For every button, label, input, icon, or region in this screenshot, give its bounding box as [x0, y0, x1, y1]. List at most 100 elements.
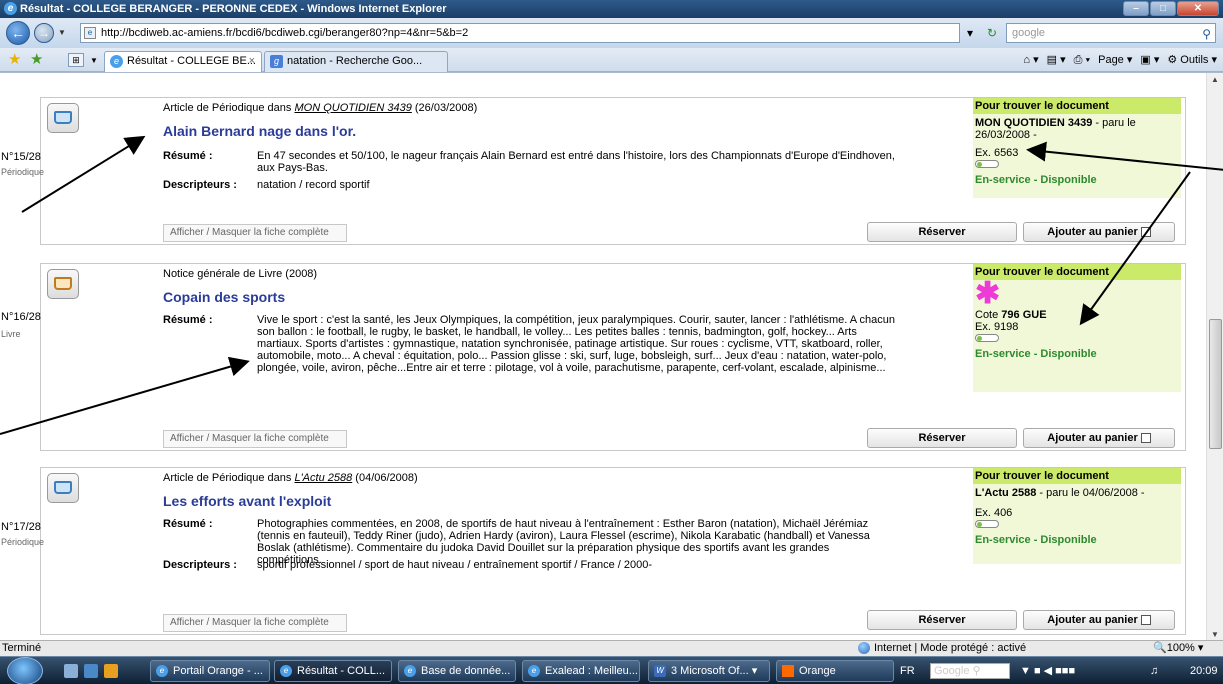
- zoom-control[interactable]: 🔍100% ▾: [1153, 641, 1203, 656]
- panel-status: En-service - Disponible: [975, 174, 1097, 186]
- toggle-full-record-button[interactable]: Afficher / Masquer la fiche complète: [163, 430, 347, 448]
- add-to-cart-button[interactable]: Ajouter au panier: [1023, 222, 1175, 242]
- favorites-star-icon[interactable]: ★: [8, 51, 21, 69]
- add-to-cart-button[interactable]: Ajouter au panier: [1023, 428, 1175, 448]
- history-dropdown-icon[interactable]: ▼: [58, 28, 66, 37]
- address-text: http://bcdiweb.ac-amiens.fr/bcdi6/bcdiwe…: [101, 27, 469, 39]
- add-to-cart-button[interactable]: Ajouter au panier: [1023, 610, 1175, 630]
- vertical-scrollbar[interactable]: ▲ ▼: [1206, 73, 1223, 641]
- start-button[interactable]: [7, 657, 43, 684]
- record-number: N°15/28: [1, 151, 41, 163]
- safety-icon[interactable]: ▣ ▾: [1140, 51, 1159, 69]
- record-header: Article de Périodique dans L'Actu 2588 (…: [163, 472, 418, 484]
- reserve-button[interactable]: Réserver: [867, 222, 1017, 242]
- taskbar-button[interactable]: e Résultat - COLL...: [274, 660, 392, 682]
- taskbar-button[interactable]: W3 Microsoft Of... ▾: [648, 660, 770, 682]
- record-title[interactable]: Les efforts avant l'exploit: [163, 493, 331, 509]
- record-card: N°16/28 Livre Notice générale de Livre (…: [1, 263, 1186, 451]
- resume-label: Résumé :: [163, 518, 213, 530]
- resume-text: En 47 secondes et 50/100, le nageur fran…: [257, 150, 895, 174]
- back-button[interactable]: ←: [6, 21, 30, 45]
- scrollbar-thumb[interactable]: [1209, 319, 1222, 449]
- reserve-button[interactable]: Réserver: [867, 428, 1017, 448]
- cart-checkbox[interactable]: [1140, 433, 1151, 444]
- taskbar-button[interactable]: e Exalead : Meilleu...: [522, 660, 640, 682]
- record-title[interactable]: Alain Bernard nage dans l'or.: [163, 123, 356, 139]
- taskbar-button-label: Portail Orange - ...: [173, 665, 263, 677]
- reserve-button[interactable]: Réserver: [867, 610, 1017, 630]
- location-panel: Pour trouver le document MON QUOTIDIEN 3…: [973, 98, 1181, 198]
- record-type: Périodique: [1, 167, 45, 177]
- panel-ex: Ex. 6563: [975, 147, 1019, 159]
- taskbar-button[interactable]: e Portail Orange - ...: [150, 660, 270, 682]
- resume-label: Résumé :: [163, 314, 213, 326]
- add-favorites-icon[interactable]: ★: [30, 51, 43, 69]
- header-link[interactable]: L'Actu 2588: [294, 472, 352, 484]
- address-field[interactable]: e http://bcdiweb.ac-amiens.fr/bcdi6/bcdi…: [80, 23, 960, 43]
- url-dropdown-icon[interactable]: ▾: [960, 23, 980, 43]
- maximize-button[interactable]: □: [1150, 1, 1176, 16]
- search-input[interactable]: google ⚲: [1006, 23, 1216, 43]
- media-player-icon[interactable]: [104, 664, 118, 678]
- toggle-full-record-button[interactable]: Afficher / Masquer la fiche complète: [163, 614, 347, 632]
- search-placeholder: google: [1012, 27, 1046, 39]
- feeds-icon[interactable]: ▤ ▾: [1047, 51, 1066, 69]
- google-tab-icon: g: [270, 55, 283, 68]
- taskbar-button-label: 3 Microsoft Of...: [671, 665, 749, 677]
- language-indicator[interactable]: FR: [900, 657, 915, 684]
- status-bar: Terminé Internet | Mode protégé : activé…: [0, 640, 1223, 656]
- taskbar-button[interactable]: Orange: [776, 660, 894, 682]
- toggle-full-record-button[interactable]: Afficher / Masquer la fiche complète: [163, 224, 347, 242]
- cart-checkbox[interactable]: [1140, 615, 1151, 626]
- show-desktop-icon[interactable]: [64, 664, 78, 678]
- cart-checkbox[interactable]: [1140, 227, 1151, 238]
- record-type: Livre: [1, 329, 21, 339]
- security-zone[interactable]: Internet | Mode protégé : activé: [858, 641, 1026, 656]
- tab-list-dropdown-icon[interactable]: ▼: [90, 56, 98, 65]
- home-icon[interactable]: ⌂ ▾: [1023, 51, 1038, 69]
- taskbar-button-label: Résultat - COLL...: [297, 665, 386, 677]
- window-title-bar: e Résultat - COLLEGE BERANGER - PERONNE …: [0, 0, 1223, 18]
- scroll-up-icon[interactable]: ▲: [1207, 75, 1223, 84]
- close-tab-icon[interactable]: ×: [249, 52, 255, 71]
- print-icon[interactable]: ⎙ ▾: [1074, 51, 1090, 69]
- header-link[interactable]: MON QUOTIDIEN 3439: [294, 102, 411, 114]
- office-icon: W: [654, 665, 666, 677]
- tab-natation[interactable]: g natation - Recherche Goo...: [264, 51, 448, 72]
- forward-button[interactable]: →: [34, 23, 54, 43]
- taskbar-button-label: Base de donnée...: [421, 665, 511, 677]
- book-icon: [47, 269, 79, 299]
- tab-resultat[interactable]: e Résultat - COLLEGE BE... ×: [104, 51, 262, 72]
- record-title[interactable]: Copain des sports: [163, 289, 285, 305]
- taskbar-button[interactable]: e Base de donnée...: [398, 660, 516, 682]
- scroll-down-icon[interactable]: ▼: [1207, 630, 1223, 639]
- header-prefix: Article de Périodique dans: [163, 102, 295, 114]
- descripteurs-label: Descripteurs :: [163, 559, 237, 571]
- switch-windows-icon[interactable]: [84, 664, 98, 678]
- panel-source-name: MON QUOTIDIEN 3439: [975, 117, 1093, 129]
- page-menu[interactable]: Page ▾: [1098, 51, 1132, 69]
- search-icon[interactable]: ⚲: [1202, 25, 1211, 43]
- record-type: Périodique: [1, 537, 45, 547]
- record-number: N°16/28: [1, 311, 41, 323]
- page-icon: e: [84, 27, 96, 39]
- close-window-button[interactable]: ✕: [1177, 1, 1219, 16]
- google-taskbar-search[interactable]: Google ⚲: [930, 663, 1010, 679]
- availability-indicator: [975, 334, 999, 342]
- quick-tabs-icon[interactable]: ⊞: [68, 53, 84, 67]
- add-to-cart-label: Ajouter au panier: [1047, 614, 1138, 626]
- clock[interactable]: 20:09: [1190, 657, 1218, 684]
- refresh-icon[interactable]: ↻: [982, 23, 1002, 43]
- descripteurs-text: natation / record sportif: [257, 179, 370, 191]
- tools-menu[interactable]: ⚙ Outils ▾: [1167, 51, 1217, 69]
- ie-tab-icon: e: [110, 55, 123, 68]
- taskbar-button-label: Exalead : Meilleu...: [545, 665, 638, 677]
- volume-icon[interactable]: ♫: [1150, 663, 1158, 679]
- periodical-icon: [47, 103, 79, 133]
- record-number: N°17/28: [1, 521, 41, 533]
- zoom-level: 100%: [1166, 642, 1195, 654]
- window-title: Résultat - COLLEGE BERANGER - PERONNE CE…: [20, 3, 447, 15]
- minimize-button[interactable]: –: [1123, 1, 1149, 16]
- tray-icons[interactable]: ▼ ■ ◀ ■■■: [1020, 663, 1075, 679]
- asterisk-icon: ✱: [975, 277, 1001, 310]
